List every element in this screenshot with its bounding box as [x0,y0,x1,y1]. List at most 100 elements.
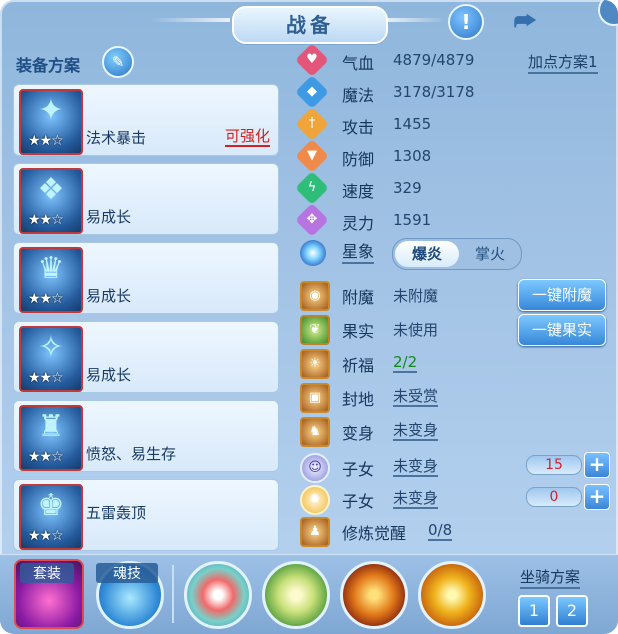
equip-name: 易成长 [86,287,132,305]
stat-value: 1591 [393,211,432,229]
row-label: 修炼觉醒 [342,524,407,543]
star-sign-toggle[interactable]: 爆炎 掌火 [392,238,522,270]
plus-icon[interactable]: + [584,484,610,510]
equip-slot-5[interactable]: ♜ ★★☆ 愤怒、易生存 [13,400,279,472]
equip-slot-1[interactable]: ✦ ★★☆ 法术暴击 可强化 [13,84,279,156]
spirit-icon: ✥ [295,203,329,237]
stat-mp: ◆ 魔法 3178/3178 [295,75,598,109]
stat-value: 329 [393,179,422,197]
row-blessing[interactable]: ☀ 祈福 2/2 [298,348,608,379]
enhance-link[interactable]: 可强化 [224,127,270,147]
one-click-fruit-button[interactable]: 一键果实 [518,314,606,346]
equip-slot-2[interactable]: ❖ ★★☆ 易成长 [13,163,279,235]
row-value[interactable]: 0/8 [428,521,453,541]
blessing-icon: ☀ [300,349,330,379]
stat-value: 4879/4879 [393,51,475,69]
row-value[interactable]: 2/2 [393,353,418,373]
row-label: 果实 [342,322,375,341]
row-value[interactable]: 未变身 [393,457,439,477]
mount-plan-2-button[interactable]: 2 [556,595,588,627]
skill-slot-2[interactable] [262,561,330,629]
fruit-icon: ❦ [300,315,330,345]
equip-icon: ♛ ★★☆ [19,247,83,313]
equip-slot-3[interactable]: ♛ ★★☆ 易成长 [13,242,279,314]
child-1-count: 15 [526,455,582,475]
row-value: 未使用 [393,321,439,339]
star-rating: ★★☆ [28,528,64,544]
row-value[interactable]: 未变身 [393,421,439,441]
panel-title: 战备 [232,6,388,44]
row-label: 祈福 [342,356,375,375]
row-label: 子女 [342,460,375,479]
shield-icon: ▼ [295,139,329,173]
fief-icon: ▣ [300,383,330,413]
row-fief[interactable]: ▣ 封地 未受赏 [298,382,608,413]
stat-speed: ϟ 速度 329 [295,171,598,205]
skill-slot-1[interactable] [184,561,252,629]
suit-label: 套装 [20,563,74,583]
stat-value: 1455 [393,115,432,133]
title-ornament-right [386,18,446,22]
stat-value: 1308 [393,147,432,165]
row-value: 未附魔 [393,287,439,305]
row-label: 子女 [342,492,375,511]
skill-slot-3[interactable] [340,561,408,629]
transform-icon: ♞ [300,417,330,447]
row-cultivation-awaken[interactable]: ♟ 修炼觉醒 0/8 [298,516,608,547]
skill-slot-4[interactable] [418,561,486,629]
divider [172,565,174,623]
stat-label: 灵力 [342,214,375,233]
battle-prep-panel: 战备 ! ⮫ 装备方案 ✎ ✦ ★★☆ 法术暴击 可强化 ❖ ★★☆ 易成长 ♛ ★★… [0,0,618,634]
stat-label: 防御 [342,150,375,169]
close-icon[interactable] [598,0,618,26]
row-value[interactable]: 未受赏 [393,387,439,407]
stat-label: 速度 [342,182,375,201]
plus-icon[interactable]: + [584,452,610,478]
equip-name: 易成长 [86,366,132,384]
equip-slot-4[interactable]: ✧ ★★☆ 易成长 [13,321,279,393]
toggle-option-zhanghuo[interactable]: 掌火 [461,241,519,267]
mana-icon: ◆ [295,75,329,109]
stat-label: 魔法 [342,86,375,105]
equip-name: 五雷轰顶 [86,504,147,522]
stat-defense: ▼ 防御 1308 [295,139,598,173]
soul-skill-label: 魂技 [96,563,158,583]
row-transform[interactable]: ♞ 变身 未变身 [298,416,608,447]
attribute-plan-button[interactable]: 加点方案1 [528,52,598,74]
child-2-count: 0 [526,487,582,507]
share-icon[interactable]: ⮫ [508,6,542,36]
star-rating: ★★☆ [28,133,64,149]
title-ornament-left [150,18,230,22]
equip-icon: ♜ ★★☆ [19,405,83,471]
pen-icon[interactable]: ✎ [102,46,134,78]
row-value[interactable]: 未变身 [393,489,439,509]
row-label: 变身 [342,424,375,443]
child-sun-icon: ✺ [300,485,330,515]
stat-spirit: ✥ 灵力 1591 [295,203,598,237]
cultivation-icon: ♟ [300,517,330,547]
star-rating: ★★☆ [28,370,64,386]
panel-title-text: 战备 [286,13,334,37]
stat-label: 气血 [342,54,375,73]
sword-icon: † [295,107,329,141]
equipment-list: ✦ ★★☆ 法术暴击 可强化 ❖ ★★☆ 易成长 ♛ ★★☆ 易成长 ✧ ★★☆ 易成长… [13,84,279,558]
exclamation-icon[interactable]: ! [448,4,484,40]
stat-value: 3178/3178 [393,83,475,101]
star-sign-label[interactable]: 星象 [342,242,375,264]
equip-name: 易成长 [86,208,132,226]
mount-plan-1-button[interactable]: 1 [518,595,550,627]
stat-attack: † 攻击 1455 [295,107,598,141]
one-click-enchant-button[interactable]: 一键附魔 [518,279,606,311]
lightning-icon: ϟ [295,171,329,205]
star-sign-icon [300,240,326,266]
star-rating: ★★☆ [28,449,64,465]
equip-scheme-title: 装备方案 [16,56,81,75]
row-label: 附魔 [342,288,375,307]
star-rating: ★★☆ [28,212,64,228]
equip-slot-6[interactable]: ♚ ★★☆ 五雷轰顶 [13,479,279,551]
child-icon: ☺ [300,453,330,483]
equip-icon: ✧ ★★☆ [19,326,83,392]
equip-icon: ♚ ★★☆ [19,484,83,550]
toggle-option-baoyan[interactable]: 爆炎 [395,241,459,267]
row-label: 封地 [342,390,375,409]
